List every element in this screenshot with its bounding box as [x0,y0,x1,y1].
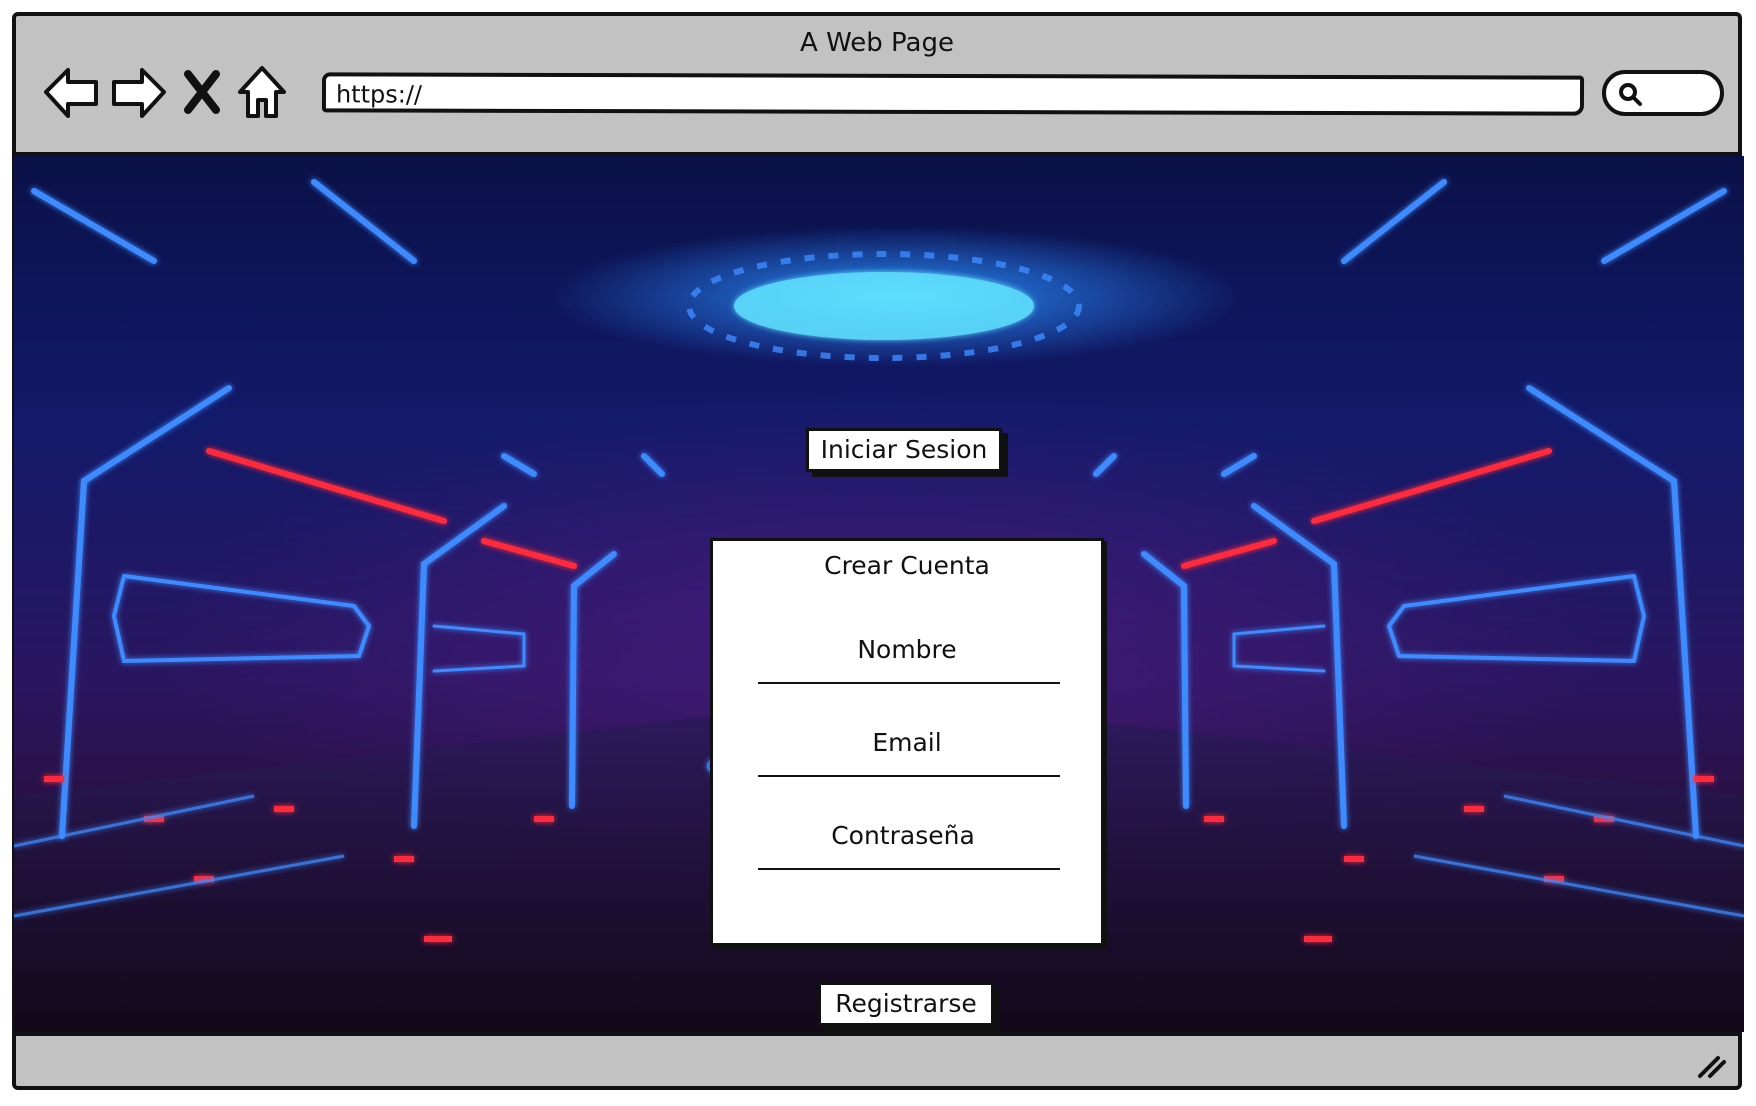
email-label: Email [872,728,942,757]
email-field[interactable] [758,775,1060,777]
window-title: A Web Page [800,28,954,58]
forward-arrow-icon[interactable] [106,60,170,124]
form-title: Crear Cuenta [824,551,990,580]
resize-grip-icon[interactable] [1694,1050,1728,1080]
password-field[interactable] [758,868,1060,870]
name-label: Nombre [857,635,957,664]
name-field[interactable] [758,682,1060,684]
password-label: Contraseña [831,821,975,850]
back-arrow-icon[interactable] [40,60,104,124]
address-bar[interactable]: https:// [321,72,1585,116]
page-viewport: Iniciar Sesion Crear Cuenta Nombre Email… [14,156,1744,1032]
browser-toolbar: A Web Page https:// [16,16,1738,156]
home-icon[interactable] [230,60,294,124]
status-bar-divider [12,1032,1742,1036]
signup-form: Crear Cuenta Nombre Email Contraseña [710,538,1104,946]
search-icon [1619,83,1642,106]
register-button[interactable]: Registrarse [818,982,994,1026]
browser-window: A Web Page https:// Iniciar Sesion Crear… [12,12,1744,1090]
address-bar-text: https:// [335,80,423,109]
login-button[interactable]: Iniciar Sesion [806,428,1002,472]
close-icon[interactable] [176,60,228,124]
search-box[interactable] [1602,70,1724,116]
